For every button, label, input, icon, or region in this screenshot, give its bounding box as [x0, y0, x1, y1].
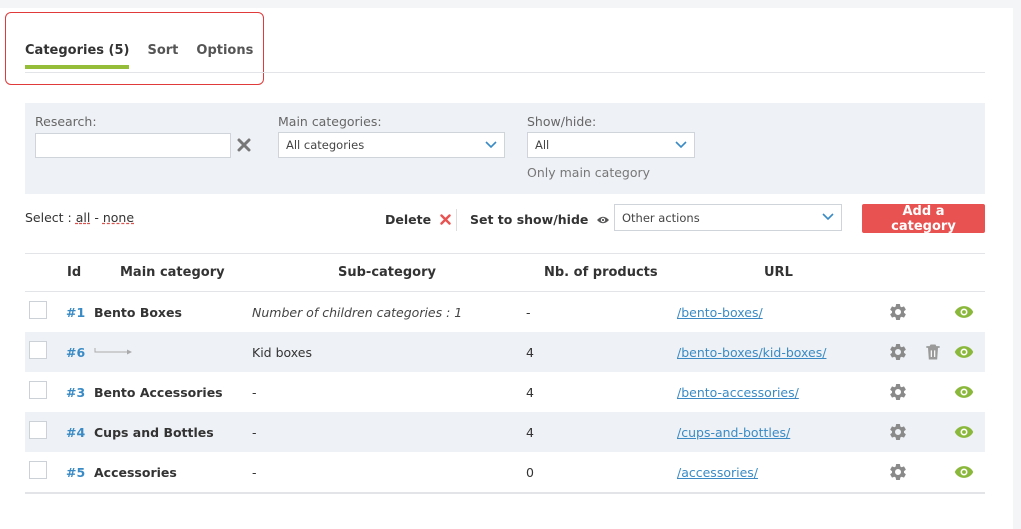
row-url-link[interactable]: /accessories/ — [677, 465, 758, 480]
row-sub-category: Kid boxes — [252, 345, 312, 360]
row-checkbox[interactable] — [29, 341, 47, 359]
row-id-link[interactable]: #3 — [66, 385, 85, 400]
tabs-divider — [25, 72, 985, 73]
table-row: #4 Cups and Bottles - 4 /cups-and-bottle… — [25, 412, 985, 452]
gear-icon[interactable] — [888, 462, 908, 482]
row-checkbox[interactable] — [29, 461, 47, 479]
select-none-link[interactable]: none — [103, 210, 134, 225]
toolbar-separator — [456, 209, 457, 231]
header-main-category[interactable]: Main category — [120, 265, 225, 280]
main-categories-label: Main categories: — [278, 114, 382, 129]
tab-categories[interactable]: Categories (5) — [25, 43, 130, 69]
eye-icon — [597, 216, 610, 223]
tab-bar: Categories (5) Sort Options — [25, 43, 271, 69]
gear-icon[interactable] — [888, 382, 908, 402]
tab-options[interactable]: Options — [196, 43, 253, 68]
gear-icon[interactable] — [888, 342, 908, 362]
research-input[interactable] — [35, 133, 231, 158]
set-show-hide-action[interactable]: Set to show/hide — [470, 212, 610, 227]
header-nb-products[interactable]: Nb. of products — [544, 265, 658, 280]
select-all-link[interactable]: all — [76, 210, 91, 225]
header-id[interactable]: Id — [67, 265, 81, 280]
select-prefix: Select : — [25, 210, 72, 225]
table-bottom-border — [25, 492, 985, 494]
chevron-down-icon — [485, 141, 497, 149]
row-id-link[interactable]: #4 — [66, 425, 85, 440]
row-sub-category: - — [252, 425, 257, 440]
delete-x-icon — [440, 214, 451, 225]
eye-icon[interactable] — [954, 342, 974, 362]
table-body: #1 Bento Boxes Number of children catego… — [25, 292, 985, 492]
main-categories-value: All categories — [286, 138, 365, 152]
row-nb-products: 4 — [526, 425, 534, 440]
row-url-link[interactable]: /bento-boxes/ — [677, 305, 763, 320]
header-url[interactable]: URL — [764, 265, 793, 280]
table-row: #1 Bento Boxes Number of children catego… — [25, 292, 985, 332]
header-sub-category[interactable]: Sub-category — [338, 265, 436, 280]
row-main-category: Accessories — [94, 465, 177, 480]
eye-icon[interactable] — [954, 382, 974, 402]
select-all-none: Select : all - none — [25, 210, 134, 225]
research-label: Research: — [35, 114, 97, 129]
row-sub-category: - — [252, 385, 257, 400]
row-nb-products: 4 — [526, 385, 534, 400]
row-checkbox[interactable] — [29, 381, 47, 399]
delete-action[interactable]: Delete — [385, 212, 451, 227]
row-main-category: Bento Accessories — [94, 385, 223, 400]
chevron-down-icon — [675, 141, 687, 149]
categories-table: Id Main category Sub-category Nb. of pro… — [25, 253, 985, 494]
row-id-link[interactable]: #1 — [66, 305, 85, 320]
other-actions-value: Other actions — [622, 210, 700, 225]
gear-icon[interactable] — [888, 422, 908, 442]
show-hide-select[interactable]: All — [527, 132, 695, 158]
table-header: Id Main category Sub-category Nb. of pro… — [25, 253, 985, 292]
row-nb-products: 4 — [526, 345, 534, 360]
row-url-link[interactable]: /cups-and-bottles/ — [677, 425, 790, 440]
row-nb-products: 0 — [526, 465, 534, 480]
tab-sort[interactable]: Sort — [147, 43, 178, 68]
trash-icon[interactable] — [923, 342, 943, 362]
eye-icon[interactable] — [954, 462, 974, 482]
set-show-hide-label: Set to show/hide — [470, 212, 589, 227]
other-actions-select[interactable]: Other actions — [614, 204, 842, 231]
add-category-button[interactable]: Add a category — [862, 204, 985, 234]
main-categories-select[interactable]: All categories — [278, 132, 505, 158]
chevron-down-icon — [822, 213, 834, 221]
show-hide-value: All — [535, 138, 550, 152]
select-separator: - — [94, 210, 99, 225]
row-id-link[interactable]: #6 — [66, 345, 85, 360]
row-nb-products: - — [526, 305, 531, 320]
row-id-link[interactable]: #5 — [66, 465, 85, 480]
table-row: #6 Kid boxes 4 /bento-boxes/kid-boxes/ — [25, 332, 985, 372]
only-main-category-option[interactable]: Only main category — [527, 165, 650, 180]
row-checkbox[interactable] — [29, 421, 47, 439]
gear-icon[interactable] — [888, 302, 908, 322]
table-row: #5 Accessories - 0 /accessories/ — [25, 452, 985, 492]
eye-icon[interactable] — [954, 302, 974, 322]
row-checkbox[interactable] — [29, 301, 47, 319]
clear-search-icon[interactable] — [237, 138, 251, 152]
child-arrow-icon — [94, 348, 132, 355]
row-main-category: Cups and Bottles — [94, 425, 214, 440]
row-sub-category: Number of children categories : 1 — [252, 305, 463, 320]
row-url-link[interactable]: /bento-boxes/kid-boxes/ — [677, 345, 826, 360]
row-url-link[interactable]: /bento-accessories/ — [677, 385, 799, 400]
row-sub-category: - — [252, 465, 257, 480]
delete-label: Delete — [385, 212, 432, 227]
table-row: #3 Bento Accessories - 4 /bento-accessor… — [25, 372, 985, 412]
eye-icon[interactable] — [954, 422, 974, 442]
show-hide-label: Show/hide: — [527, 114, 597, 129]
row-main-category: Bento Boxes — [94, 305, 182, 320]
filter-panel: Research: Main categories: All categorie… — [25, 103, 985, 194]
